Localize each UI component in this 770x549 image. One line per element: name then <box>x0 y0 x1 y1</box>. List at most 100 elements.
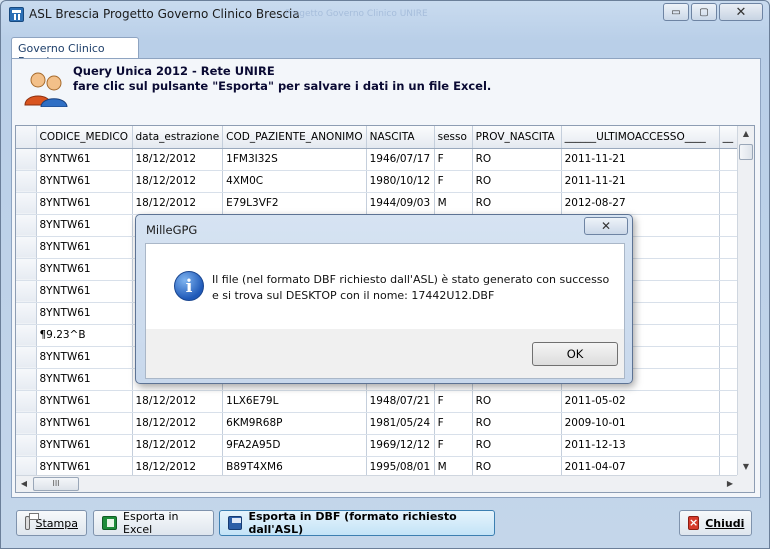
row-header[interactable] <box>16 390 37 413</box>
table-cell[interactable]: 8YNTW61 <box>36 214 133 237</box>
table-cell[interactable]: 2011-12-13 <box>561 434 720 457</box>
col-header[interactable]: data_estrazione <box>132 126 224 149</box>
row-header[interactable] <box>16 302 37 325</box>
table-cell[interactable]: M <box>434 192 473 215</box>
row-header[interactable] <box>16 236 37 259</box>
table-cell[interactable]: 8YNTW61 <box>36 346 133 369</box>
table-row[interactable]: 8YNTW61 18/12/2012 1LX6E79L 1948/07/21 F RO 20… <box>16 390 741 413</box>
table-cell[interactable]: 9FA2A95D <box>222 434 367 457</box>
table-cell[interactable]: 2009-10-01 <box>561 412 720 435</box>
row-header[interactable] <box>16 192 37 215</box>
table-cell[interactable]: 1944/09/03 <box>366 192 435 215</box>
table-cell[interactable]: 8YNTW61 <box>36 434 133 457</box>
table-cell[interactable]: 1980/10/12 <box>366 170 435 193</box>
row-header[interactable] <box>16 434 37 457</box>
table-cell[interactable]: 8YNTW61 <box>36 192 133 215</box>
table-cell[interactable]: 8YNTW61 <box>36 412 133 435</box>
table-cell[interactable]: 8YNTW61 <box>36 390 133 413</box>
row-header[interactable] <box>16 324 37 347</box>
table-cell[interactable]: 18/12/2012 <box>132 192 224 215</box>
export-dbf-button[interactable]: Esporta in DBF (formato richiesto dall'A… <box>219 510 495 536</box>
row-header[interactable] <box>16 346 37 369</box>
table-row[interactable]: 8YNTW61 18/12/2012 4XM0C 1980/10/12 F RO 2011-… <box>16 170 741 193</box>
table-cell[interactable]: F <box>434 148 473 171</box>
col-header[interactable]: ______ULTIMOACCESSO____ <box>561 126 720 149</box>
table-cell[interactable]: 2011-11-21 <box>561 148 720 171</box>
chiudi-button[interactable]: × Chiudi <box>679 510 752 536</box>
horizontal-scrollbar[interactable]: ◀ III ▶ <box>16 475 738 492</box>
vertical-scroll-thumb[interactable] <box>739 144 753 160</box>
table-cell[interactable]: RO <box>472 148 562 171</box>
table-cell[interactable]: 8YNTW61 <box>36 236 133 259</box>
table-cell[interactable]: 8YNTW61 <box>36 302 133 325</box>
row-header[interactable] <box>16 368 37 391</box>
table-cell[interactable]: 18/12/2012 <box>132 434 224 457</box>
table-cell[interactable]: 8YNTW61 <box>36 368 133 391</box>
stampa-button[interactable]: Stampa <box>16 510 87 536</box>
table-cell[interactable]: E79L3VF2 <box>222 192 367 215</box>
table-cell[interactable]: 8YNTW61 <box>36 258 133 281</box>
table-cell[interactable]: 1LX6E79L <box>222 390 367 413</box>
ghost-title: Progetto Governo Clinico UNIRE <box>285 9 428 19</box>
maximize-button[interactable]: ▢ <box>691 3 717 21</box>
table-cell[interactable]: 2011-05-02 <box>561 390 720 413</box>
table-cell[interactable]: 1FM3I32S <box>222 148 367 171</box>
export-excel-button[interactable]: Esporta in Excel <box>93 510 214 536</box>
table-cell[interactable]: RO <box>472 412 562 435</box>
table-cell[interactable]: RO <box>472 170 562 193</box>
table-cell[interactable]: RO <box>472 434 562 457</box>
table-cell[interactable]: 1969/12/12 <box>366 434 435 457</box>
table-row[interactable]: 8YNTW61 18/12/2012 9FA2A95D 1969/12/12 F RO 20… <box>16 434 741 457</box>
tab-governo-clinico[interactable]: Governo Clinico Bresda <box>11 37 139 68</box>
table-cell[interactable]: F <box>434 170 473 193</box>
col-header[interactable]: PROV_NASCITA <box>472 126 562 149</box>
row-header[interactable] <box>16 148 37 171</box>
minimize-button[interactable]: ▭ <box>663 3 689 21</box>
table-cell[interactable]: 18/12/2012 <box>132 390 224 413</box>
vertical-scrollbar[interactable]: ▲ ▼ <box>737 126 754 475</box>
close-button[interactable]: ✕ <box>719 3 763 21</box>
col-header[interactable]: NASCITA <box>366 126 435 149</box>
row-header[interactable] <box>16 280 37 303</box>
row-header[interactable] <box>16 214 37 237</box>
excel-icon <box>102 516 118 530</box>
scroll-down-icon[interactable]: ▼ <box>738 459 754 475</box>
table-cell[interactable]: F <box>434 412 473 435</box>
table-cell[interactable]: 1948/07/21 <box>366 390 435 413</box>
table-cell[interactable]: RO <box>472 192 562 215</box>
table-cell[interactable]: 8YNTW61 <box>36 148 133 171</box>
dialog-close-button[interactable]: ✕ <box>584 217 628 235</box>
maximize-icon: ▢ <box>699 6 709 18</box>
table-cell[interactable]: 18/12/2012 <box>132 170 224 193</box>
col-header[interactable]: COD_PAZIENTE_ANONIMO <box>222 126 367 149</box>
scroll-right-icon[interactable]: ▶ <box>722 476 738 492</box>
horizontal-scroll-thumb[interactable]: III <box>33 477 79 491</box>
title-bar[interactable]: ASL Brescia Progetto Governo Clinico Bre… <box>1 1 769 29</box>
scroll-left-icon[interactable]: ◀ <box>16 476 32 492</box>
table-cell[interactable]: ¶9.23^B <box>36 324 133 347</box>
col-header[interactable]: CODICE_MEDICO <box>36 126 133 149</box>
scroll-up-icon[interactable]: ▲ <box>738 126 754 142</box>
ok-button[interactable]: OK <box>532 342 618 366</box>
table-cell[interactable]: 8YNTW61 <box>36 170 133 193</box>
table-cell[interactable]: RO <box>472 390 562 413</box>
table-cell[interactable]: 18/12/2012 <box>132 412 224 435</box>
row-header[interactable] <box>16 258 37 281</box>
table-cell[interactable]: 18/12/2012 <box>132 148 224 171</box>
table-cell[interactable]: 1981/05/24 <box>366 412 435 435</box>
col-header[interactable]: sesso <box>434 126 473 149</box>
table-cell[interactable]: 2012-08-27 <box>561 192 720 215</box>
row-header[interactable] <box>16 170 37 193</box>
table-row[interactable]: 8YNTW61 18/12/2012 E79L3VF2 1944/09/03 M RO 20… <box>16 192 741 215</box>
row-header[interactable] <box>16 412 37 435</box>
table-cell[interactable]: F <box>434 434 473 457</box>
table-cell[interactable]: 8YNTW61 <box>36 280 133 303</box>
table-cell[interactable]: 1946/07/17 <box>366 148 435 171</box>
minimize-icon: ▭ <box>671 6 681 18</box>
table-row[interactable]: 8YNTW61 18/12/2012 1FM3I32S 1946/07/17 F RO 20… <box>16 148 741 171</box>
table-cell[interactable]: 2011-11-21 <box>561 170 720 193</box>
table-cell[interactable]: 6KM9R68P <box>222 412 367 435</box>
table-cell[interactable]: F <box>434 390 473 413</box>
table-cell[interactable]: 4XM0C <box>222 170 367 193</box>
table-row[interactable]: 8YNTW61 18/12/2012 6KM9R68P 1981/05/24 F RO 20… <box>16 412 741 435</box>
